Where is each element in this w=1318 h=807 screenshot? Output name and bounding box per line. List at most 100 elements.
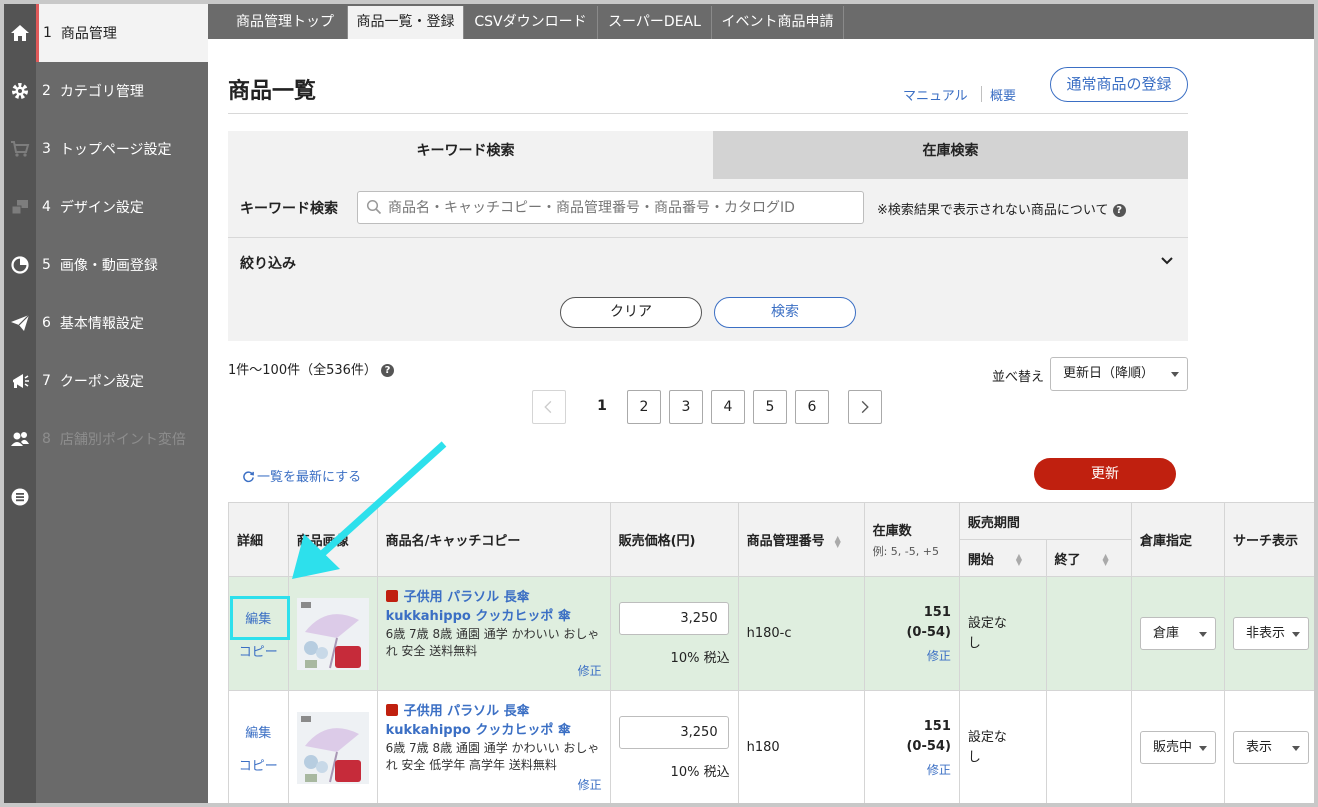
sidebar-item-coupon[interactable]: 7 クーポン設定 [36,352,208,410]
sidebar-item-product-management[interactable]: 1 商品管理 [36,4,208,62]
page-1[interactable]: 1 [585,390,619,424]
th-price: 販売価格(円) [609,502,739,577]
modify-link[interactable]: 修正 [386,776,602,793]
chevron-down-icon[interactable] [1160,254,1174,268]
sidebar-item-basic-info[interactable]: 6 基本情報設定 [36,294,208,352]
sidebar-menu: 1 商品管理 2 カテゴリ管理 3 トップページ設定 4 デザイン設定 5 画像… [36,4,208,803]
help-icon[interactable]: ? [381,364,395,377]
product-name-link[interactable]: 子供用 パラソル 長傘 kukkahippo クッカヒッポ 傘 雨... [385,588,602,626]
cart-icon[interactable] [4,120,36,178]
product-name-link[interactable]: 子供用 パラソル 長傘 kukkahippo クッカヒッポ 傘 雨... [385,702,602,740]
warehouse-select[interactable]: 販売中 [1139,731,1216,764]
price-input[interactable]: 3,250 [618,601,729,635]
th-period-start[interactable]: 開始 ▲ ▼ [958,539,1047,577]
search-panel: キーワード検索 在庫検索 キーワード検索 ※検索結果で表示されない商品について … [228,131,1188,341]
caret-down-icon [1198,746,1207,751]
sidebar-item-label: 店舗別ポイント変倍 [59,432,186,448]
th-name: 商品名/キャッチコピー [376,502,611,577]
page-3[interactable]: 3 [669,390,703,424]
sidebar-item-media[interactable]: 5 画像・動画登録 [36,236,208,294]
sidebar-item-label: デザイン設定 [59,200,144,216]
refresh-link-text: 一覧を最新にする [257,470,362,485]
update-button[interactable]: 更新 [1034,458,1176,490]
list-icon[interactable] [4,468,36,526]
product-thumbnail[interactable] [296,597,369,670]
warehouse-select[interactable]: 倉庫 [1139,617,1216,650]
manual-link[interactable]: マニュアル [903,85,968,104]
tab-product-list[interactable]: 商品一覧・登録 [348,6,464,39]
next-page-button[interactable] [848,390,882,424]
page-5[interactable]: 5 [753,390,787,424]
edit-link[interactable]: 編集 [237,722,280,741]
page-4[interactable]: 4 [711,390,745,424]
sidebar-item-number: 5 [42,257,51,273]
th-period-end-label: 終了 [1054,552,1081,568]
overview-link[interactable]: 概要 [990,85,1016,104]
cell-stock: 151 (0-54) 修正 [863,576,960,691]
stock-value: 151 [923,605,951,620]
filter-divider [228,237,1188,238]
cell-image [287,690,378,803]
sidebar-item-design[interactable]: 4 デザイン設定 [36,178,208,236]
product-thumbnail[interactable] [296,711,369,784]
sidebar-item-toppage[interactable]: 3 トップページ設定 [36,120,208,178]
filter-label[interactable]: 絞り込み [240,253,296,273]
modify-link[interactable]: 修正 [386,662,602,679]
result-count-text: 1件〜100件（全536件） [228,363,377,378]
tab-csv-download[interactable]: CSVダウンロード [464,6,598,39]
tab-super-deal[interactable]: スーパーDEAL [598,6,712,39]
tab-event-application[interactable]: イベント商品申請 [712,6,844,39]
result-count: 1件〜100件（全536件） ? [228,359,395,378]
product-type-icon [385,590,398,602]
search-button[interactable]: 検索 [714,297,856,328]
sort-label: 並べ替え [992,370,1045,385]
period-text: 設定なし [967,729,1007,765]
home-icon[interactable] [4,4,36,62]
tab-stock-search[interactable]: 在庫検索 [713,131,1188,179]
tab-keyword-search[interactable]: キーワード検索 [228,131,703,179]
tab-product-top[interactable]: 商品管理トップ [223,6,348,39]
th-period-end[interactable]: 終了 ▲ ▼ [1045,539,1132,577]
page-6[interactable]: 6 [795,390,829,424]
search-display-select[interactable]: 表示 [1232,731,1309,764]
design-icon[interactable] [4,178,36,236]
th-manage-no[interactable]: 商品管理番号 ▲ ▼ [737,502,865,577]
stock-range: (0-54) [906,625,951,640]
sidebar-item-label: クーポン設定 [59,374,144,390]
gear-icon[interactable] [4,62,36,120]
sidebar-item-points: 8 店舗別ポイント変倍 [36,410,208,468]
pie-icon[interactable] [4,236,36,294]
page-2[interactable]: 2 [627,390,661,424]
copy-link[interactable]: コピー [237,641,280,660]
caret-down-icon [1171,372,1179,377]
register-product-button[interactable]: 通常商品の登録 [1050,67,1188,102]
users-icon[interactable] [4,410,36,468]
stock-modify-link[interactable]: 修正 [873,761,951,778]
keyword-search-input[interactable] [357,191,864,224]
sidebar-item-category[interactable]: 2 カテゴリ管理 [36,62,208,120]
sidebar-item-number: 8 [42,431,51,447]
sort-select[interactable]: 更新日（降順） [1050,357,1188,391]
top-tab-bar: 商品管理トップ 商品一覧・登録 CSVダウンロード スーパーDEAL イベント商… [208,4,1314,39]
stock-range: (0-54) [906,739,951,754]
copy-link[interactable]: コピー [237,755,280,774]
stock-modify-link[interactable]: 修正 [873,647,951,664]
sidebar-item-label: トップページ設定 [59,142,172,158]
table-row: 編集 コピー 子供用 パラソル 長傘 kukkahippo クッカヒッポ 傘 6… [228,576,1314,691]
search-display-select[interactable]: 非表示 [1232,617,1309,650]
megaphone-icon[interactable] [4,352,36,410]
search-display-value: 非表示 [1245,626,1285,641]
cell-period-end [1045,690,1132,803]
product-table: 詳細 商品画像 商品名/キャッチコピー 販売価格(円) 商品管理番号 ▲ ▼ 在庫数… [228,502,1314,803]
clear-button[interactable]: クリア [560,297,702,328]
refresh-list-link[interactable]: 一覧を最新にする [242,466,361,485]
price-input[interactable]: 3,250 [618,715,729,749]
cell-search-display: 非表示 [1223,576,1314,691]
cell-period-start: 設定なし [958,576,1047,691]
help-icon[interactable]: ? [1112,204,1126,217]
search-note-text: ※検索結果で表示されない商品について [877,203,1109,218]
send-icon[interactable] [4,294,36,352]
cell-search-display: 表示 [1223,690,1314,803]
cell-name: 子供用 パラソル 長傘 kukkahippo クッカヒッポ 傘 雨... 6歳 … [376,576,611,691]
search-note[interactable]: ※検索結果で表示されない商品について ? [877,199,1126,218]
